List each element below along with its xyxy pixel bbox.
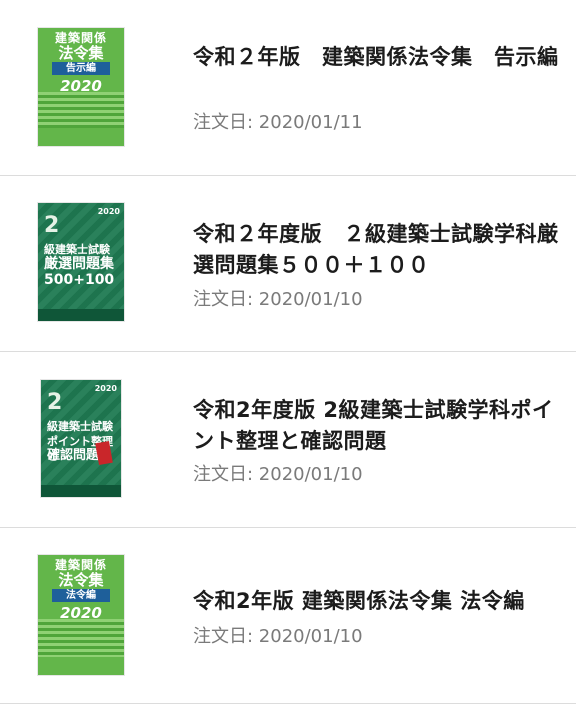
order-item-title[interactable]: 令和2年度版 2級建築士試験学科ポイント整理と確認問題: [193, 395, 563, 457]
order-date: 注文日: 2020/01/10: [193, 289, 363, 310]
cover-title-line2: 法令集: [58, 44, 104, 62]
order-item[interactable]: 建築関係 法令集 告示編 2020 令和２年版 建築関係法令集 告示編 注文日:…: [0, 0, 576, 175]
cover-grade-number: 2: [47, 390, 63, 415]
book-cover-law-icon: 建築関係 法令集 法令編 2020: [38, 555, 124, 675]
cover-year: 2020: [94, 384, 117, 393]
order-item-title[interactable]: 令和2年版 建築関係法令集 法令編: [193, 586, 563, 617]
cover-publisher-band: [41, 485, 121, 497]
book-cover-thumbnail[interactable]: 建築関係 法令集 法令編 2020: [38, 555, 124, 675]
cover-year: 2020: [60, 604, 102, 622]
cover-year: 2020: [60, 77, 102, 95]
cover-title-line2: 厳選問題集: [44, 256, 114, 272]
cover-stripes: [38, 92, 124, 128]
book-cover-exam-icon: 2020 2 級建築士試験 厳選問題集 500+100: [38, 203, 124, 321]
order-history-list: 建築関係 法令集 告示編 2020 令和２年版 建築関係法令集 告示編 注文日:…: [0, 0, 576, 720]
book-cover-thumbnail[interactable]: 2020 2 級建築士試験 厳選問題集 500+100: [38, 203, 124, 321]
cover-subtitle: 告示編: [52, 62, 110, 75]
row-divider: [0, 703, 576, 704]
cover-publisher-band: [38, 657, 124, 675]
cover-grade-number: 2: [44, 213, 60, 238]
cover-year: 2020: [97, 207, 120, 216]
book-cover-thumbnail[interactable]: 建築関係 法令集 告示編 2020: [38, 28, 124, 146]
cover-title-line3: 500+100: [44, 272, 115, 288]
order-item-title[interactable]: 令和２年版 建築関係法令集 告示編: [193, 42, 563, 73]
cover-subtitle: 法令編: [52, 589, 110, 602]
order-item[interactable]: 2020 2 級建築士試験 ポイント整理と 確認問題 令和2年度版 2級建築士試…: [0, 352, 576, 527]
cover-publisher-band: [38, 309, 124, 321]
order-date: 注文日: 2020/01/10: [193, 464, 363, 485]
order-date: 注文日: 2020/01/11: [193, 112, 363, 133]
cover-title-line1: 級建築士試験: [47, 420, 113, 433]
book-cover-law-icon: 建築関係 法令集 告示編 2020: [38, 28, 124, 146]
cover-publisher-band: [38, 128, 124, 146]
cover-title-line2: 法令集: [58, 571, 104, 589]
order-date: 注文日: 2020/01/10: [193, 626, 363, 647]
order-item[interactable]: 2020 2 級建築士試験 厳選問題集 500+100 令和２年度版 ２級建築士…: [0, 176, 576, 351]
book-cover-exam-icon: 2020 2 級建築士試験 ポイント整理と 確認問題: [41, 380, 121, 497]
order-item-title[interactable]: 令和２年度版 ２級建築士試験学科厳選問題集５００＋１００: [193, 219, 563, 281]
order-item[interactable]: 建築関係 法令集 法令編 2020 令和2年版 建築関係法令集 法令編 注文日:…: [0, 528, 576, 703]
book-cover-thumbnail[interactable]: 2020 2 級建築士試験 ポイント整理と 確認問題: [41, 380, 121, 497]
cover-stripes: [38, 619, 124, 657]
cover-title-line1: 級建築士試験: [44, 243, 110, 256]
